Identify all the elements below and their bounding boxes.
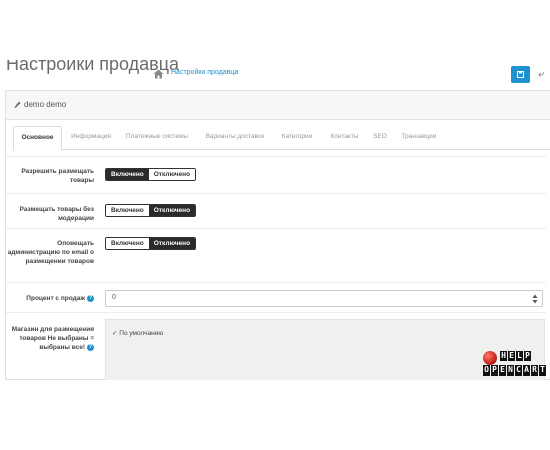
notify-admin-row: Оповещать администрацию по email о разме… [6,228,546,282]
page-header: Настройки продавца › Настройки продавца … [0,60,550,84]
tab-info[interactable]: Информация [69,126,113,150]
save-icon [517,71,524,78]
no-moderation-label: Размещать товары без модерации [19,206,94,222]
settings-page: Настройки продавца › Настройки продавца … [0,60,550,380]
notify-admin-label: Оповещать администрацию по email о разме… [7,240,94,265]
watermark-ball-icon [483,351,497,365]
breadcrumb-separator: › [166,69,169,76]
notify-admin-on[interactable]: Включено [106,238,149,249]
home-icon[interactable] [153,69,164,79]
watermark-opencart-text: O P E N C A R T [483,365,546,376]
breadcrumb-link[interactable]: Настройки продавца [171,69,238,76]
stores-row: Магазин для размещения товаров Не выбран… [6,312,546,380]
allow-products-toggle[interactable]: Включено Отключено [105,168,197,181]
store-default-option[interactable]: ✓ По умолчанию [112,329,163,337]
watermark-help-text: H E L P [500,351,531,361]
seller-panel: demo demo Основное Информация Платежные … [5,90,550,380]
help-opencart-watermark: H E L P O P E N C A R T [480,349,546,379]
tab-seo[interactable]: SEO [372,126,388,150]
commission-value: 0 [112,294,116,301]
panel-title: demo demo [24,100,67,109]
stores-label-wrap: Магазин для размещения товаров Не выбран… [4,325,94,352]
allow-products-off[interactable]: Отключено [148,169,196,180]
watermark-letter: O [483,365,490,376]
back-icon: ⤶ [538,69,544,80]
stores-list: ✓ По умолчанию [105,319,545,380]
no-moderation-row: Размещать товары без модерации Включено … [6,193,546,228]
tab-transactions[interactable]: Транзакции [399,126,439,150]
stepper-icon[interactable] [532,294,538,304]
watermark-letter: P [491,365,498,376]
commission-row: Процент с продаж? 0 [6,282,546,312]
tab-main[interactable]: Основное [13,126,62,151]
commission-input[interactable]: 0 [105,290,543,307]
back-button[interactable]: ⤶ [535,66,547,83]
allow-products-on[interactable]: Включено [106,169,149,180]
help-icon[interactable]: ? [87,294,94,302]
notify-admin-toggle[interactable]: Включено Отключено [105,237,197,250]
watermark-letter: C [515,365,522,376]
watermark-letter: E [508,351,515,361]
no-moderation-toggle[interactable]: Включено Отключено [105,204,197,217]
allow-products-label: Разрешить размещать товары [21,168,94,184]
allow-products-row: Разрешить размещать товары Включено Откл… [6,156,546,193]
no-moderation-on[interactable]: Включено [106,205,149,216]
tab-payment-systems[interactable]: Платежные системы [124,126,190,150]
watermark-letter: T [539,365,546,376]
watermark-letter: H [500,351,507,361]
watermark-letter: A [523,365,530,376]
watermark-letter: P [524,351,531,361]
watermark-letter: E [499,365,506,376]
tab-categories[interactable]: Категории [279,126,315,150]
tab-bar: Основное Информация Платежные системы Ва… [13,126,550,151]
watermark-letter: N [507,365,514,376]
help-icon[interactable]: ? [87,343,94,351]
commission-label: Процент с продаж [26,295,85,302]
panel-heading: demo demo [6,91,550,120]
checkmark-icon: ✓ [112,330,118,337]
tab-contacts[interactable]: Контакты [327,126,362,150]
no-moderation-off[interactable]: Отключено [148,205,196,216]
commission-label-wrap: Процент с продаж? [4,294,94,303]
pencil-icon [14,101,21,108]
watermark-letter: R [531,365,538,376]
save-button[interactable] [511,66,530,83]
notify-admin-off[interactable]: Отключено [148,238,196,249]
watermark-letter: L [516,351,523,361]
stores-label: Магазин для размещения товаров Не выбран… [11,326,94,351]
tab-shipping-options[interactable]: Варианты доставок [203,126,267,150]
store-default-label: По умолчанию [119,330,164,337]
